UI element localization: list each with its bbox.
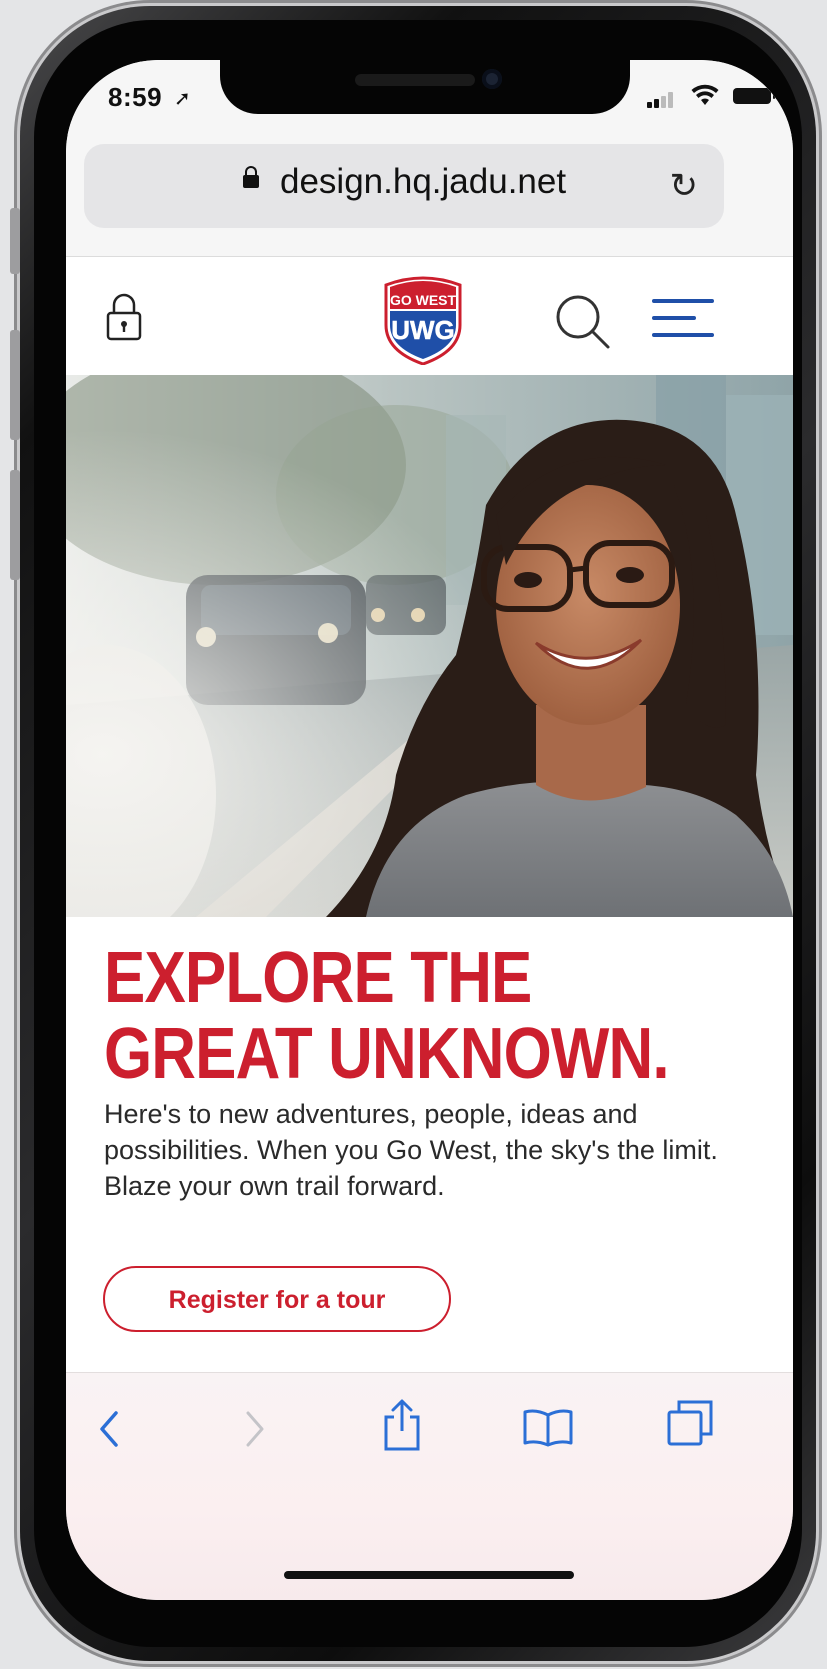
notch [220, 60, 630, 114]
reload-icon[interactable]: ↻ [670, 166, 699, 206]
battery-icon [733, 88, 775, 104]
speaker [355, 74, 475, 86]
lock-icon[interactable] [106, 291, 142, 341]
logo-main-text: UWG [391, 315, 455, 345]
address-bar[interactable]: design.hq.jadu.net ↻ [84, 144, 724, 228]
register-tour-button[interactable]: Register for a tour [103, 1266, 451, 1332]
hero-image [66, 375, 793, 917]
mute-switch [10, 208, 20, 274]
location-arrow-icon: ➚ [174, 88, 191, 110]
share-icon[interactable] [382, 1397, 422, 1451]
browser-chrome: design.hq.jadu.net ↻ [66, 132, 793, 257]
front-camera [482, 69, 502, 89]
bookmarks-icon[interactable] [522, 1407, 574, 1447]
hero-headline-line1: EXPLORE THE [104, 938, 532, 1018]
volume-down-button [10, 470, 20, 580]
url-text: design.hq.jadu.net [280, 162, 567, 201]
status-time: 8:59 [108, 82, 163, 112]
wifi-icon [691, 84, 719, 105]
site-header: GO WEST UWG [66, 257, 793, 375]
hero-headline-line2: GREAT UNKNOWN. [104, 1014, 670, 1094]
tabs-icon[interactable] [666, 1399, 716, 1449]
logo-top-text: GO WEST [390, 292, 457, 308]
back-icon[interactable] [96, 1409, 122, 1449]
forward-icon[interactable] [242, 1409, 268, 1449]
uwg-logo[interactable]: GO WEST UWG [382, 275, 464, 365]
hamburger-menu-icon[interactable] [652, 299, 714, 339]
home-indicator[interactable] [284, 1571, 574, 1579]
search-icon[interactable] [554, 293, 612, 351]
volume-up-button [10, 330, 20, 440]
cellular-signal-icon [647, 92, 675, 108]
secure-lock-icon [243, 166, 259, 188]
hero-body-text: Here's to new adventures, people, ideas … [104, 1099, 718, 1201]
hero-headline: EXPLORE THE GREAT UNKNOWN. [104, 940, 672, 1092]
browser-toolbar [66, 1372, 793, 1600]
phone-screen: 8:59 ➚ design.hq.jadu.net ↻ GO WEST UWG … [66, 60, 793, 1600]
